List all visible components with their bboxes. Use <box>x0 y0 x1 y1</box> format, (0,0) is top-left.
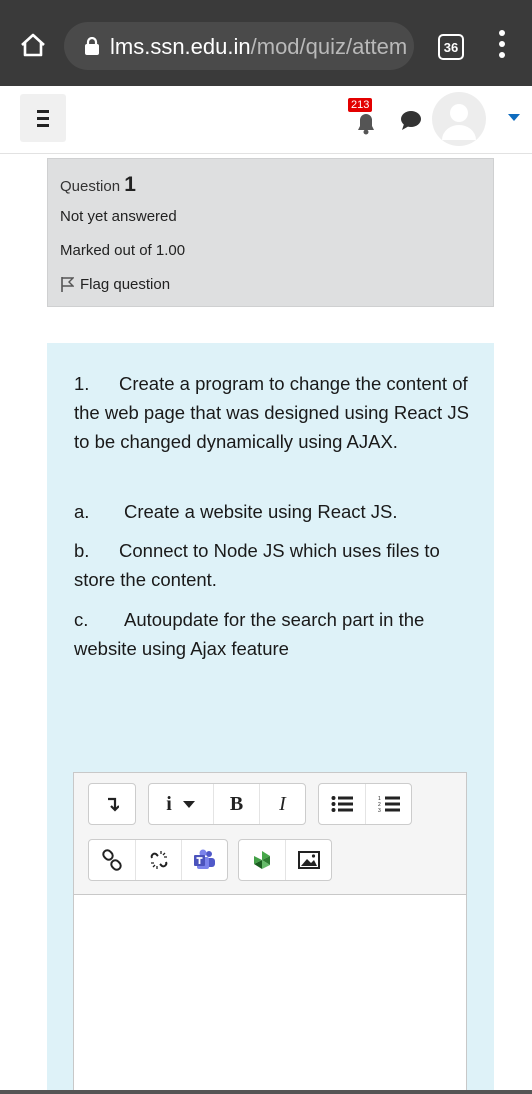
toolbar-bold-button[interactable]: B <box>213 784 259 824</box>
question-item-b: b. Connect to Node JS which uses files to… <box>74 536 474 594</box>
bottom-edge-divider <box>0 1090 532 1094</box>
toolbar-unordered-list-button[interactable] <box>319 784 365 824</box>
answer-editor: i B I 1 2 3 <box>73 772 467 1094</box>
info-style-icon: i <box>166 792 172 815</box>
toolbar-info-style-button[interactable]: i <box>149 784 213 824</box>
ordered-list-icon: 1 2 3 <box>378 796 400 813</box>
question-item-letter: c. <box>74 609 89 630</box>
tab-switcher-button[interactable]: 36 <box>438 34 464 60</box>
notification-count-badge: 213 <box>348 98 373 112</box>
url-host: lms.ssn.edu.in <box>110 34 251 59</box>
question-item-letter: b. <box>74 540 90 561</box>
user-menu-caret-icon[interactable] <box>508 114 520 121</box>
nav-drawer-button[interactable] <box>20 94 66 142</box>
question-label: Question <box>60 178 121 195</box>
question-info-panel: Question 1 Not yet answered Marked out o… <box>47 158 494 307</box>
question-item-c: c. Autoupdate for the search part in the … <box>74 605 474 663</box>
message-icon[interactable] <box>400 110 422 130</box>
teams-icon <box>193 849 215 869</box>
toolbar-group-style: i B I <box>148 783 306 825</box>
question-item-text: Create a website using React JS. <box>124 501 398 522</box>
flag-question-label: Flag question <box>80 276 171 293</box>
browser-menu-button[interactable] <box>492 30 512 64</box>
toolbar-italic-button[interactable]: I <box>259 784 305 824</box>
media-icon <box>254 851 270 869</box>
collapse-icon <box>108 797 119 812</box>
toolbar-media-button[interactable] <box>239 840 285 880</box>
question-item-letter: a. <box>74 501 90 522</box>
unordered-list-icon <box>331 796 353 812</box>
question-grade: Marked out of 1.00 <box>60 242 186 259</box>
url-path: /mod/quiz/attem <box>250 34 406 59</box>
site-header: 213 <box>0 86 532 154</box>
toolbar-teams-button[interactable] <box>181 840 227 880</box>
lock-icon <box>85 37 99 55</box>
svg-text:3: 3 <box>378 808 381 813</box>
image-icon <box>297 851 320 869</box>
address-bar[interactable]: lms.ssn.edu.in/mod/quiz/attem <box>64 22 414 70</box>
flag-question-toggle[interactable]: Flag question <box>60 276 170 293</box>
hamburger-icon <box>37 110 49 113</box>
unlink-icon <box>150 851 167 869</box>
link-icon <box>102 849 122 871</box>
chevron-down-icon <box>182 801 195 808</box>
home-icon <box>21 33 45 57</box>
question-item-1: 1. Create a program to change the content… <box>74 369 474 456</box>
toolbar-group-lists: 1 2 3 <box>318 783 412 825</box>
user-icon <box>442 104 476 140</box>
url-text: lms.ssn.edu.in/mod/quiz/attem <box>110 34 406 60</box>
hamburger-icon-line <box>37 117 49 120</box>
toolbar-group-media <box>238 839 332 881</box>
editor-toolbar: i B I 1 2 3 <box>74 773 466 895</box>
question-item-text: Autoupdate for the search part in the we… <box>74 609 425 659</box>
question-state: Not yet answered <box>60 208 177 225</box>
question-number: 1 <box>124 173 136 196</box>
browser-toolbar: lms.ssn.edu.in/mod/quiz/attem 36 <box>0 0 532 86</box>
toolbar-group-collapse <box>88 783 136 825</box>
hamburger-icon-line <box>37 124 49 127</box>
user-avatar[interactable] <box>432 92 486 146</box>
toolbar-group-links <box>88 839 228 881</box>
menu-dot-icon <box>499 52 505 58</box>
toolbar-image-button[interactable] <box>285 840 331 880</box>
toolbar-link-button[interactable] <box>89 840 135 880</box>
menu-dot-icon <box>499 41 505 47</box>
italic-icon: I <box>279 792 286 815</box>
answer-textarea[interactable] <box>74 895 466 1093</box>
question-item-a: a. Create a website using React JS. <box>74 497 474 526</box>
home-button[interactable] <box>18 30 48 60</box>
toolbar-unlink-button[interactable] <box>135 840 181 880</box>
question-item-text: Connect to Node JS which uses files to s… <box>74 540 440 590</box>
question-item-text: Create a program to change the content o… <box>74 373 469 452</box>
bold-icon: B <box>229 792 244 815</box>
toolbar-collapse-button[interactable] <box>89 784 135 824</box>
question-item-number: 1. <box>74 373 90 394</box>
menu-dot-icon <box>499 30 505 36</box>
question-heading: Question 1 <box>60 173 136 197</box>
toolbar-ordered-list-button[interactable]: 1 2 3 <box>365 784 411 824</box>
flag-icon <box>61 277 75 292</box>
